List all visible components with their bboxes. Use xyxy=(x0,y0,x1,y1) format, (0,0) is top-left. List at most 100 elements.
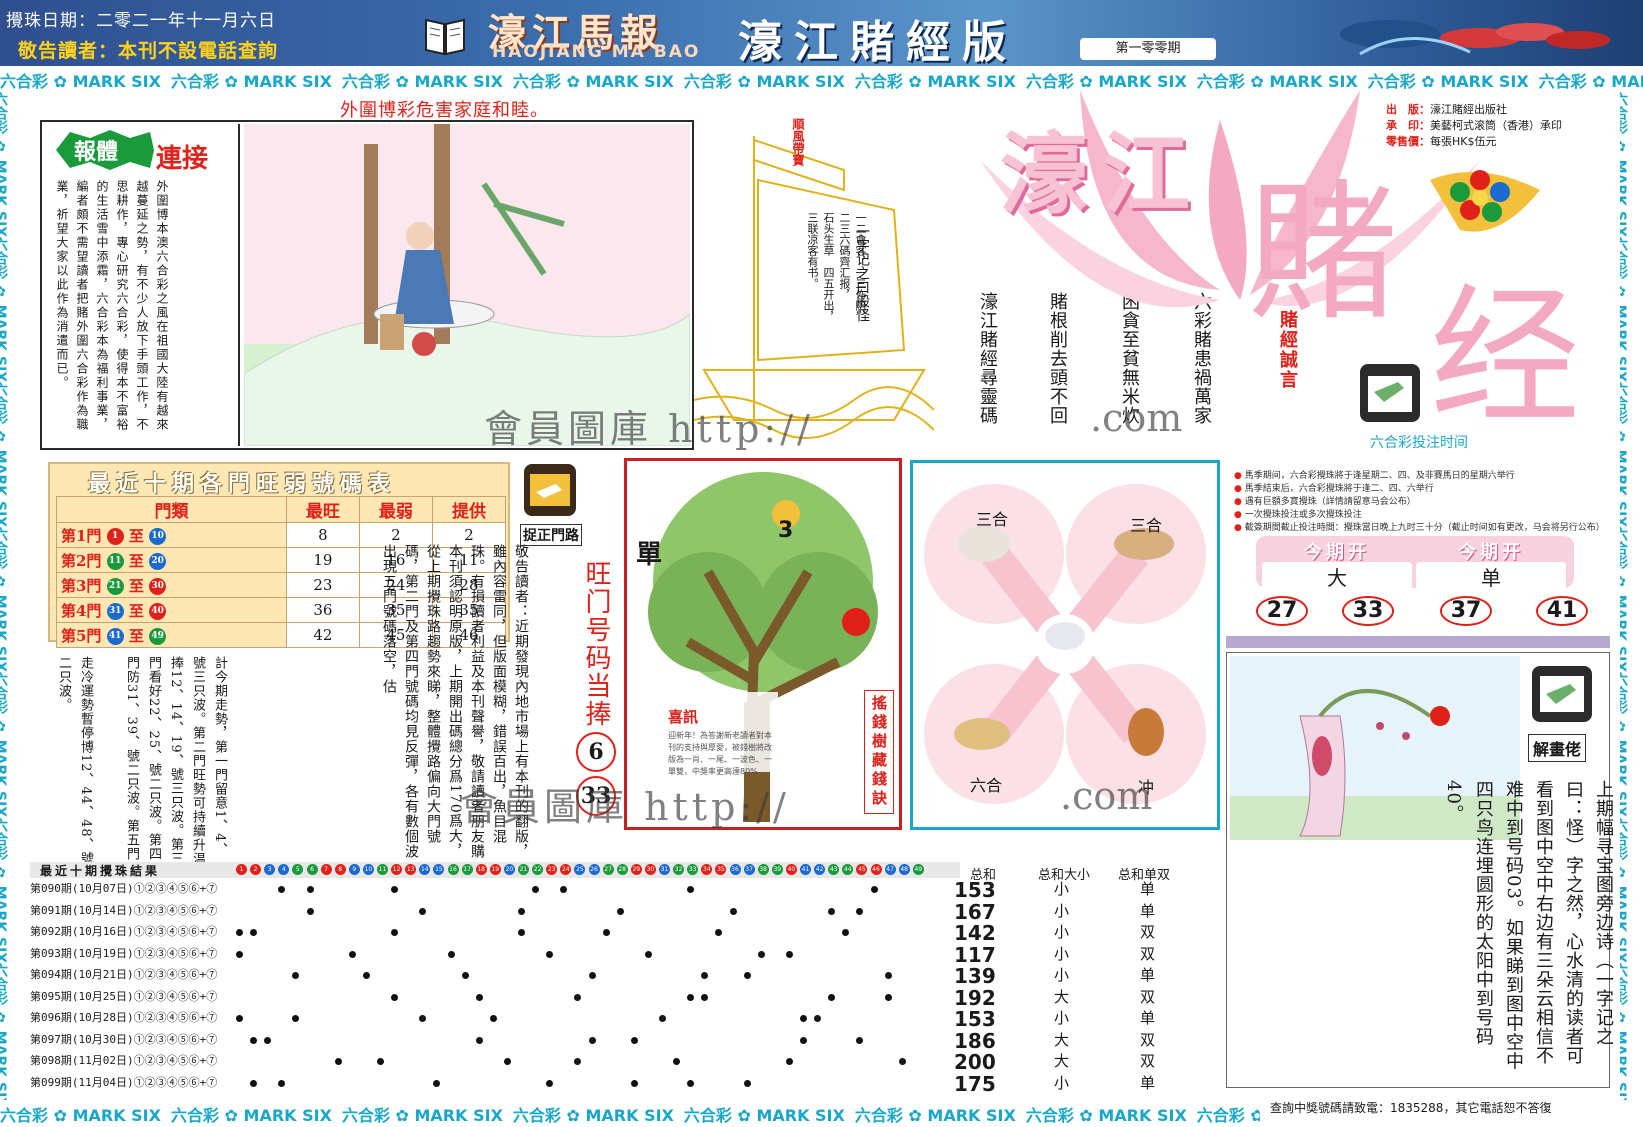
mark-six-logo-unit: 六合彩 ✿ MARK SIX xyxy=(1620,92,1630,237)
result-parity: 双 xyxy=(1140,923,1156,941)
mark-six-logo-unit: 六合彩 ✿ MARK SIX xyxy=(0,672,10,817)
result-sum: 142 xyxy=(954,921,996,945)
result-dot xyxy=(250,1079,258,1087)
result-dot xyxy=(264,1036,272,1044)
number-header-ball: 17 xyxy=(461,864,473,875)
number-header-ball: 16 xyxy=(447,864,459,875)
mark-six-logo-unit: 六合彩 ✿ MARK SIX xyxy=(0,237,10,382)
boat-poem-line: 石头生草 四五开出， xyxy=(822,212,835,322)
to-label: 至 xyxy=(128,551,144,570)
result-dot xyxy=(701,993,709,1001)
column-header: 最弱 xyxy=(358,496,433,523)
mark-six-en: MARK SIX xyxy=(72,1106,161,1124)
ball-to: 40 xyxy=(149,603,167,620)
mark-six-logo-unit: 六合彩 ✿ MARK SIX xyxy=(0,818,10,963)
result-dot xyxy=(419,1015,427,1022)
result-dot xyxy=(715,929,723,936)
watermark-text: 會員圖庫 http:// xyxy=(460,785,790,829)
result-date: (11月04日) xyxy=(71,1075,134,1089)
mark-six-logo-unit: 六合彩 ✿ MARK SIX xyxy=(0,1106,161,1124)
result-sum: 153 xyxy=(954,878,996,902)
mark-six-cn: 六合彩 xyxy=(0,527,8,570)
number-header-ball: 37 xyxy=(743,864,755,875)
result-parity: 双 xyxy=(1140,1030,1156,1049)
mark-six-cn: 六合彩 xyxy=(0,72,49,90)
issue-number: 第一零零期 xyxy=(1080,38,1216,60)
result-dot xyxy=(659,1015,666,1022)
result-parity: 单 xyxy=(1140,966,1156,984)
brand-subtitle: HAOJIANG MA BAO xyxy=(492,42,701,62)
ball-from: 1 xyxy=(106,528,124,545)
result-row: 第094期(10月21日)①②③④⑤⑥+⑦ xyxy=(30,966,217,987)
zodiac-label-top-right: 三合 xyxy=(1130,516,1163,535)
article-title-b: 連接 xyxy=(156,144,209,174)
result-sum: 117 xyxy=(954,942,996,967)
result-dot xyxy=(433,1079,441,1087)
hot-cold-table-title: 最近十期各門旺弱號碼表 xyxy=(88,472,397,497)
result-size: 大 xyxy=(1054,1030,1070,1049)
schedule-title: 六合彩投注时间 xyxy=(1370,435,1468,451)
mark-six-cn: 六合彩 xyxy=(170,1106,219,1124)
results-rows: 第090期(10月07日)①②③④⑤⑥+⑦ 153 小单第091期(10月14日)①… xyxy=(30,878,1190,1100)
mark-six-cn: 六合彩 xyxy=(0,92,8,134)
result-parity: 单 xyxy=(1140,880,1156,898)
result-size: 小 xyxy=(1054,1009,1070,1027)
number-header-ball: 36 xyxy=(729,864,741,875)
good-news-title: 喜訊 xyxy=(668,708,699,726)
result-size: 小 xyxy=(1054,880,1070,898)
result-dot xyxy=(518,907,525,915)
ball-from: 21 xyxy=(106,578,124,595)
result-dot xyxy=(560,886,568,893)
result-dot xyxy=(673,1058,681,1065)
result-balls: ①②③④⑤⑥+⑦ xyxy=(133,1032,218,1046)
number-header-ball: 26 xyxy=(588,864,600,875)
mark-six-logo-unit: 六合彩 ✿ MARK SIX xyxy=(854,1106,1016,1124)
number-header-ball: 6 xyxy=(306,864,318,875)
divider-bar xyxy=(1226,636,1610,648)
ball-from: 11 xyxy=(106,553,124,570)
puzzle-answer-text: 上期幅寻宝图旁边诗（一字记之曰：怪）字之然，心水清的读者可看到图中空中右边有三朵… xyxy=(1443,780,1614,1071)
watermark-text: .com xyxy=(1090,396,1183,440)
number-header-ball: 39 xyxy=(771,864,783,875)
result-dot xyxy=(630,1079,638,1087)
mark-six-logo-unit: 六合彩 ✿ MARK SIX xyxy=(683,1106,845,1124)
result-date: (10月14日) xyxy=(71,903,134,917)
number-header-ball: 49 xyxy=(912,864,924,875)
this-period-size: 大 xyxy=(1262,562,1412,591)
result-balls: ①②③④⑤⑥+⑦ xyxy=(133,882,218,895)
publisher-info: 出 版：濠江賭經出版社 承 印：美藝柯式滚筒（香港）承印 零售價：每張HK$伍元 xyxy=(1386,102,1562,150)
result-dot xyxy=(391,993,399,1001)
mark-six-en: MARK SIX xyxy=(0,304,8,383)
result-balls: ①②③④⑤⑥+⑦ xyxy=(133,946,218,960)
result-row: 第093期(10月19日)①②③④⑤⑥+⑦ xyxy=(30,945,217,966)
puzzle-label: 解畫佬 xyxy=(1528,734,1587,762)
number-header-ball: 8 xyxy=(334,864,346,875)
result-dot xyxy=(278,1079,286,1087)
result-period: 第090期 xyxy=(30,882,72,895)
mark-six-logo-unit: 六合彩 ✿ MARK SIX xyxy=(1620,963,1630,1100)
mark-six-logo-unit: 六合彩 ✿ MARK SIX xyxy=(683,72,845,90)
number-header-ball: 31 xyxy=(659,864,670,875)
hot-number-title: 旺门号码当捧 xyxy=(581,560,611,728)
mark-six-cn: 六合彩 xyxy=(1620,237,1628,280)
result-dot xyxy=(785,1058,793,1065)
ball-to: 49 xyxy=(149,628,167,645)
result-period: 第095期 xyxy=(30,989,72,1003)
result-dot xyxy=(334,1058,342,1065)
result-dot xyxy=(475,993,483,1001)
result-dot xyxy=(292,1015,300,1022)
mark-six-logo-unit: 六合彩 ✿ MARK SIX xyxy=(1025,1106,1187,1124)
ball-from: 41 xyxy=(106,628,124,645)
article-body: 外圍博本澳六合彩之風在祖國大陸有越來越蔓延之勢，有不少人放下手頭工作，不思耕作，… xyxy=(55,180,169,432)
result-dot xyxy=(574,993,582,1001)
fish-decoration-icon xyxy=(1340,20,1610,56)
number-header-ball: 46 xyxy=(870,864,882,875)
result-dot xyxy=(574,1058,582,1065)
result-size: 大 xyxy=(1054,987,1070,1006)
mark-six-cn: 六合彩 xyxy=(1196,1106,1245,1124)
key-hand-icon xyxy=(524,464,576,516)
result-period: 第098期 xyxy=(30,1054,72,1067)
number-header-ball: 48 xyxy=(898,864,910,875)
this-period-label: 今期开 xyxy=(1304,542,1370,563)
result-dot xyxy=(757,950,765,958)
